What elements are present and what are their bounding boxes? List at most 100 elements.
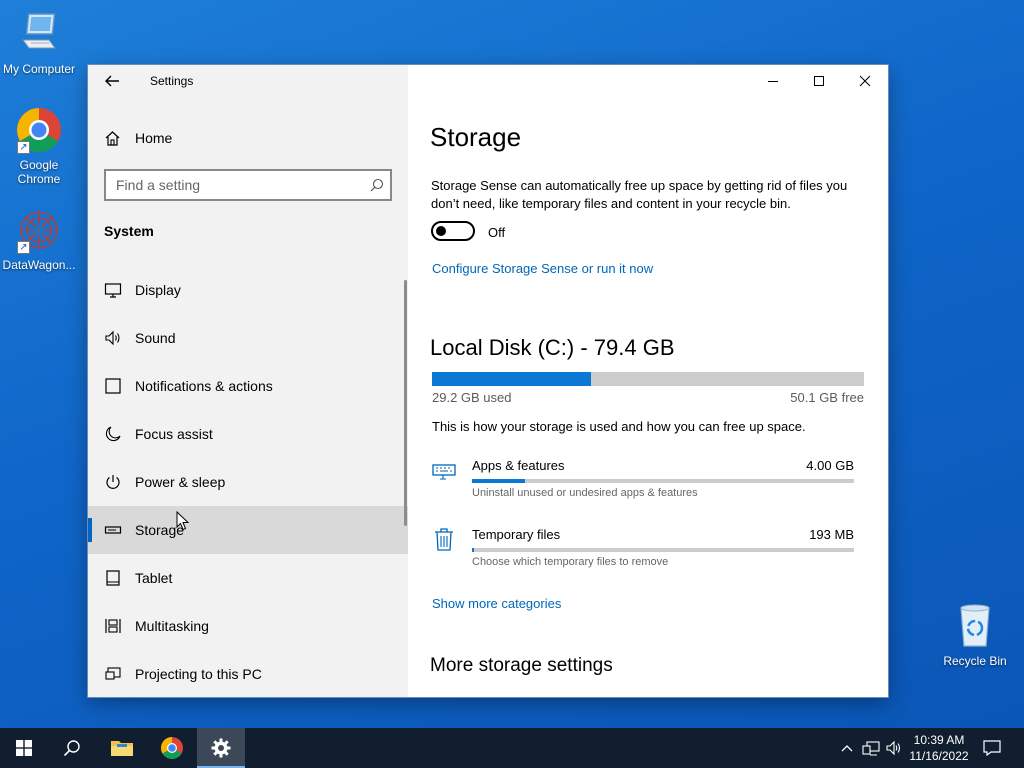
sidebar-nav: Display Sound Notifications & actions Fo… xyxy=(88,266,408,697)
disk-free-text: 50.1 GB free xyxy=(790,390,864,405)
sidebar-item-focus-assist[interactable]: Focus assist xyxy=(88,410,408,458)
desktop-icon-label: Google Chrome xyxy=(17,158,61,186)
close-icon xyxy=(859,75,871,87)
sidebar-item-label: Projecting to this PC xyxy=(135,666,262,682)
sidebar-item-power-sleep[interactable]: Power & sleep xyxy=(88,458,408,506)
toggle-state-label: Off xyxy=(488,225,506,240)
sidebar-item-label: Focus assist xyxy=(135,426,213,442)
search-icon xyxy=(370,178,384,192)
mouse-cursor-icon xyxy=(176,511,190,531)
clock-time: 10:39 AM xyxy=(913,733,965,747)
folder-icon xyxy=(111,741,133,756)
desktop-icon-recycle-bin[interactable]: Recycle Bin xyxy=(936,602,1014,668)
disk-usage-fill xyxy=(432,372,591,386)
section-label-system: System xyxy=(104,223,154,239)
maximize-icon xyxy=(814,76,824,86)
window-title: Settings xyxy=(150,74,194,88)
page-title: Storage xyxy=(430,122,522,152)
content-pane: Storage Storage Sense can automatically … xyxy=(408,65,888,697)
search-box[interactable] xyxy=(104,169,392,201)
configure-storage-sense-link[interactable]: Configure Storage Sense or run it now xyxy=(432,261,653,276)
taskbar-file-explorer[interactable] xyxy=(98,728,146,768)
category-size: 4.00 GB xyxy=(806,458,854,473)
network-icon xyxy=(862,741,880,756)
sidebar-item-label: Multitasking xyxy=(135,618,209,634)
taskbar-settings[interactable] xyxy=(197,728,245,768)
category-apps-features[interactable]: Apps & features 4.00 GB Uninstall unused… xyxy=(432,458,864,508)
category-name: Apps & features xyxy=(472,458,565,473)
taskbar-chrome[interactable] xyxy=(148,728,196,768)
close-button[interactable] xyxy=(842,65,888,97)
desktop-icon-datawagon[interactable]: ↗ DataWagon... xyxy=(0,206,78,272)
category-name: Temporary files xyxy=(472,527,561,542)
notifications-icon xyxy=(104,377,122,395)
taskbar-clock[interactable]: 10:39 AM 11/16/2022 xyxy=(904,732,974,764)
desktop-icon-my-computer[interactable]: My Computer xyxy=(0,10,78,76)
category-usage-bar xyxy=(472,479,854,483)
show-more-categories-link[interactable]: Show more categories xyxy=(432,596,561,611)
storage-icon xyxy=(104,521,122,539)
network-button[interactable] xyxy=(860,728,882,768)
sidebar-item-multitasking[interactable]: Multitasking xyxy=(88,602,408,650)
window-controls xyxy=(750,65,888,97)
title-bar: Settings xyxy=(88,65,408,97)
action-center-button[interactable] xyxy=(978,728,1006,768)
taskbar: 10:39 AM 11/16/2022 xyxy=(0,728,1024,768)
desktop-icon-google-chrome[interactable]: ↗ Google Chrome xyxy=(0,106,78,186)
storage-sense-toggle[interactable] xyxy=(431,221,475,241)
storage-sense-description: Storage Sense can automatically free up … xyxy=(431,178,848,211)
category-size: 193 MB xyxy=(809,527,854,542)
multitasking-icon xyxy=(104,617,122,635)
disk-used-text: 29.2 GB used xyxy=(432,390,512,405)
chrome-icon: ↗ xyxy=(15,106,63,154)
sound-icon xyxy=(104,329,122,347)
volume-button[interactable] xyxy=(884,728,904,768)
speaker-icon xyxy=(886,740,901,756)
recycle-bin-icon xyxy=(951,602,999,650)
show-hidden-icons-button[interactable] xyxy=(838,728,856,768)
sidebar-item-storage[interactable]: Storage xyxy=(88,506,408,554)
sidebar-item-label: Display xyxy=(135,282,181,298)
category-description: Choose which temporary files to remove xyxy=(472,556,669,568)
computer-icon xyxy=(15,10,63,58)
toggle-knob xyxy=(436,226,446,236)
disk-usage-bar xyxy=(432,372,864,386)
maximize-button[interactable] xyxy=(796,65,842,97)
power-icon xyxy=(104,473,122,491)
category-usage-fill xyxy=(472,479,526,483)
search-input[interactable] xyxy=(106,171,356,199)
sidebar-item-notifications[interactable]: Notifications & actions xyxy=(88,362,408,410)
chevron-up-icon xyxy=(841,745,853,752)
sidebar-item-label: Tablet xyxy=(135,570,173,586)
sidebar-item-label: Sound xyxy=(135,330,176,346)
desktop-icon-label: DataWagon... xyxy=(2,258,76,272)
tablet-icon xyxy=(104,569,122,587)
start-button[interactable] xyxy=(0,728,48,768)
datawagon-icon: ↗ xyxy=(15,206,63,254)
clock-date: 11/16/2022 xyxy=(909,749,969,763)
back-button[interactable] xyxy=(102,71,122,91)
minimize-button[interactable] xyxy=(750,65,796,97)
search-icon xyxy=(63,740,80,757)
category-usage-fill xyxy=(472,548,475,552)
sidebar: Settings Home System Display xyxy=(88,65,408,697)
category-temporary-files[interactable]: Temporary files 193 MB Choose which temp… xyxy=(432,527,864,577)
home-icon xyxy=(105,130,120,146)
gear-icon xyxy=(211,738,231,758)
desktop-icon-label: My Computer xyxy=(2,62,76,76)
back-arrow-icon xyxy=(105,75,119,87)
sidebar-scrollbar[interactable] xyxy=(404,280,407,526)
sidebar-item-sound[interactable]: Sound xyxy=(88,314,408,362)
sidebar-item-tablet[interactable]: Tablet xyxy=(88,554,408,602)
projecting-icon xyxy=(104,665,122,683)
sidebar-item-display[interactable]: Display xyxy=(88,266,408,314)
sidebar-item-projecting[interactable]: Projecting to this PC xyxy=(88,650,408,697)
category-description: Uninstall unused or undesired apps & fea… xyxy=(472,487,698,499)
windows-logo-icon xyxy=(16,740,32,756)
disk-title: Local Disk (C:) - 79.4 GB xyxy=(430,335,675,360)
taskbar-search-button[interactable] xyxy=(48,728,96,768)
home-button[interactable]: Home xyxy=(104,128,172,148)
home-label: Home xyxy=(135,130,173,146)
trash-icon xyxy=(432,527,456,551)
category-usage-bar xyxy=(472,548,854,552)
